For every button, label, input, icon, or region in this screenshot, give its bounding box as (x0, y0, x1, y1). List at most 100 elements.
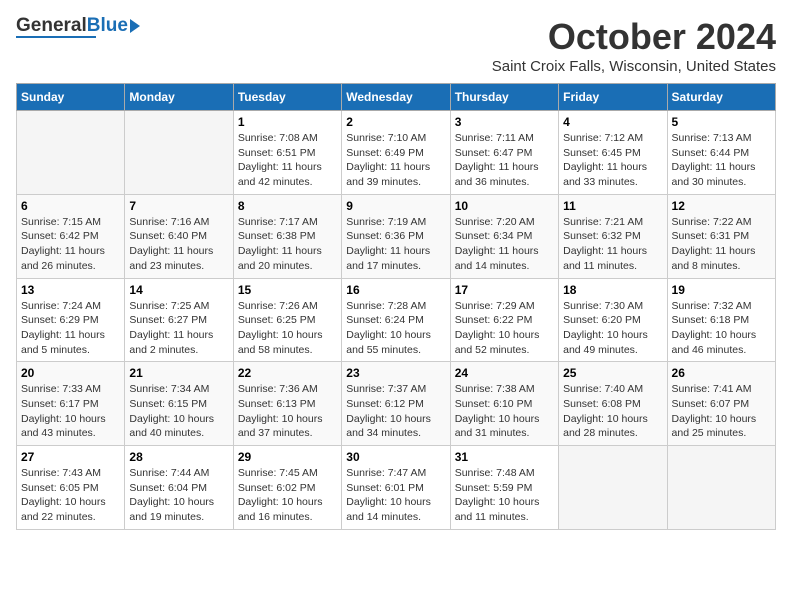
day-number: 10 (455, 199, 554, 213)
calendar-cell: 28Sunrise: 7:44 AMSunset: 6:04 PMDayligh… (125, 446, 233, 530)
sunrise-text: Sunrise: 7:22 AM (672, 215, 771, 230)
daylight-text: Daylight: 11 hours and 42 minutes. (238, 160, 337, 189)
calendar-cell: 30Sunrise: 7:47 AMSunset: 6:01 PMDayligh… (342, 446, 450, 530)
calendar-cell: 15Sunrise: 7:26 AMSunset: 6:25 PMDayligh… (233, 278, 341, 362)
daylight-text: Daylight: 10 hours and 37 minutes. (238, 412, 337, 441)
day-info: Sunrise: 7:24 AMSunset: 6:29 PMDaylight:… (21, 299, 120, 358)
day-info: Sunrise: 7:22 AMSunset: 6:31 PMDaylight:… (672, 215, 771, 274)
day-info: Sunrise: 7:29 AMSunset: 6:22 PMDaylight:… (455, 299, 554, 358)
sunset-text: Sunset: 5:59 PM (455, 481, 554, 496)
sunrise-text: Sunrise: 7:44 AM (129, 466, 228, 481)
calendar-cell: 12 Sunrise: 7:22 AMSunset: 6:31 PMDayligh… (667, 194, 775, 278)
sunset-text: Sunset: 6:49 PM (346, 146, 445, 161)
page-subtitle: Saint Croix Falls, Wisconsin, United Sta… (492, 58, 776, 75)
day-info: Sunrise: 7:40 AMSunset: 6:08 PMDaylight:… (563, 382, 662, 441)
day-info: Sunrise: 7:21 AMSunset: 6:32 PMDaylight:… (563, 215, 662, 274)
daylight-text: Daylight: 11 hours and 33 minutes. (563, 160, 662, 189)
day-number: 2 (346, 115, 445, 129)
daylight-text: Daylight: 11 hours and 11 minutes. (563, 244, 662, 273)
sunrise-text: Sunrise: 7:25 AM (129, 299, 228, 314)
sunset-text: Sunset: 6:10 PM (455, 397, 554, 412)
sunset-text: Sunset: 6:02 PM (238, 481, 337, 496)
day-number: 3 (455, 115, 554, 129)
day-info: Sunrise: 7:37 AMSunset: 6:12 PMDaylight:… (346, 382, 445, 441)
sunrise-text: Sunrise: 7:33 AM (21, 382, 120, 397)
sunset-text: Sunset: 6:08 PM (563, 397, 662, 412)
sunset-text: Sunset: 6:32 PM (563, 229, 662, 244)
weekday-header-monday: Monday (125, 84, 233, 111)
day-info: Sunrise: 7:12 AMSunset: 6:45 PMDaylight:… (563, 131, 662, 190)
day-info: Sunrise: 7:33 AMSunset: 6:17 PMDaylight:… (21, 382, 120, 441)
calendar-cell: 20Sunrise: 7:33 AMSunset: 6:17 PMDayligh… (17, 362, 125, 446)
calendar-cell: 11 Sunrise: 7:21 AMSunset: 6:32 PMDayligh… (559, 194, 667, 278)
sunrise-text: Sunrise: 7:24 AM (21, 299, 120, 314)
sunrise-text: Sunrise: 7:41 AM (672, 382, 771, 397)
sunrise-text: Sunrise: 7:28 AM (346, 299, 445, 314)
day-info: Sunrise: 7:36 AMSunset: 6:13 PMDaylight:… (238, 382, 337, 441)
calendar-cell: 5Sunrise: 7:13 AMSunset: 6:44 PMDaylight… (667, 111, 775, 195)
daylight-text: Daylight: 10 hours and 52 minutes. (455, 328, 554, 357)
day-info: Sunrise: 7:32 AMSunset: 6:18 PMDaylight:… (672, 299, 771, 358)
daylight-text: Daylight: 10 hours and 40 minutes. (129, 412, 228, 441)
day-number: 6 (21, 199, 120, 213)
day-info: Sunrise: 7:45 AMSunset: 6:02 PMDaylight:… (238, 466, 337, 525)
day-info: Sunrise: 7:48 AMSunset: 5:59 PMDaylight:… (455, 466, 554, 525)
day-number: 9 (346, 199, 445, 213)
title-block: October 2024 Saint Croix Falls, Wisconsi… (492, 16, 776, 75)
calendar-cell: 13 Sunrise: 7:24 AMSunset: 6:29 PMDayligh… (17, 278, 125, 362)
sunset-text: Sunset: 6:17 PM (21, 397, 120, 412)
day-number: 13 (21, 283, 120, 297)
daylight-text: Daylight: 10 hours and 31 minutes. (455, 412, 554, 441)
day-number: 24 (455, 366, 554, 380)
daylight-text: Daylight: 11 hours and 14 minutes. (455, 244, 554, 273)
sunset-text: Sunset: 6:44 PM (672, 146, 771, 161)
sunrise-text: Sunrise: 7:20 AM (455, 215, 554, 230)
sunrise-text: Sunrise: 7:37 AM (346, 382, 445, 397)
sunset-text: Sunset: 6:13 PM (238, 397, 337, 412)
calendar-week-3: 13 Sunrise: 7:24 AMSunset: 6:29 PMDayligh… (17, 278, 776, 362)
day-number: 27 (21, 450, 120, 464)
sunrise-text: Sunrise: 7:45 AM (238, 466, 337, 481)
sunrise-text: Sunrise: 7:15 AM (21, 215, 120, 230)
sunrise-text: Sunrise: 7:30 AM (563, 299, 662, 314)
day-info: Sunrise: 7:19 AMSunset: 6:36 PMDaylight:… (346, 215, 445, 274)
calendar-cell: 29Sunrise: 7:45 AMSunset: 6:02 PMDayligh… (233, 446, 341, 530)
sunset-text: Sunset: 6:42 PM (21, 229, 120, 244)
day-info: Sunrise: 7:13 AMSunset: 6:44 PMDaylight:… (672, 131, 771, 190)
day-number: 7 (129, 199, 228, 213)
sunset-text: Sunset: 6:38 PM (238, 229, 337, 244)
weekday-header-friday: Friday (559, 84, 667, 111)
day-number: 18 (563, 283, 662, 297)
weekday-header-tuesday: Tuesday (233, 84, 341, 111)
calendar-week-5: 27Sunrise: 7:43 AMSunset: 6:05 PMDayligh… (17, 446, 776, 530)
sunrise-text: Sunrise: 7:47 AM (346, 466, 445, 481)
daylight-text: Daylight: 10 hours and 49 minutes. (563, 328, 662, 357)
sunset-text: Sunset: 6:15 PM (129, 397, 228, 412)
logo-general: General (16, 15, 87, 36)
daylight-text: Daylight: 10 hours and 58 minutes. (238, 328, 337, 357)
day-info: Sunrise: 7:20 AMSunset: 6:34 PMDaylight:… (455, 215, 554, 274)
day-number: 25 (563, 366, 662, 380)
sunset-text: Sunset: 6:07 PM (672, 397, 771, 412)
day-number: 11 (563, 199, 662, 213)
calendar-cell: 7Sunrise: 7:16 AMSunset: 6:40 PMDaylight… (125, 194, 233, 278)
day-number: 12 (672, 199, 771, 213)
daylight-text: Daylight: 10 hours and 16 minutes. (238, 495, 337, 524)
weekday-header-saturday: Saturday (667, 84, 775, 111)
day-number: 23 (346, 366, 445, 380)
day-number: 19 (672, 283, 771, 297)
day-info: Sunrise: 7:41 AMSunset: 6:07 PMDaylight:… (672, 382, 771, 441)
sunrise-text: Sunrise: 7:29 AM (455, 299, 554, 314)
logo: GeneralBlue (16, 16, 140, 38)
calendar-cell (667, 446, 775, 530)
daylight-text: Daylight: 11 hours and 39 minutes. (346, 160, 445, 189)
sunset-text: Sunset: 6:51 PM (238, 146, 337, 161)
day-number: 28 (129, 450, 228, 464)
calendar-cell: 25 Sunrise: 7:40 AMSunset: 6:08 PMDayligh… (559, 362, 667, 446)
day-info: Sunrise: 7:34 AMSunset: 6:15 PMDaylight:… (129, 382, 228, 441)
day-number: 22 (238, 366, 337, 380)
calendar-cell: 10 Sunrise: 7:20 AMSunset: 6:34 PMDayligh… (450, 194, 558, 278)
sunrise-text: Sunrise: 7:38 AM (455, 382, 554, 397)
day-info: Sunrise: 7:38 AMSunset: 6:10 PMDaylight:… (455, 382, 554, 441)
sunrise-text: Sunrise: 7:19 AM (346, 215, 445, 230)
